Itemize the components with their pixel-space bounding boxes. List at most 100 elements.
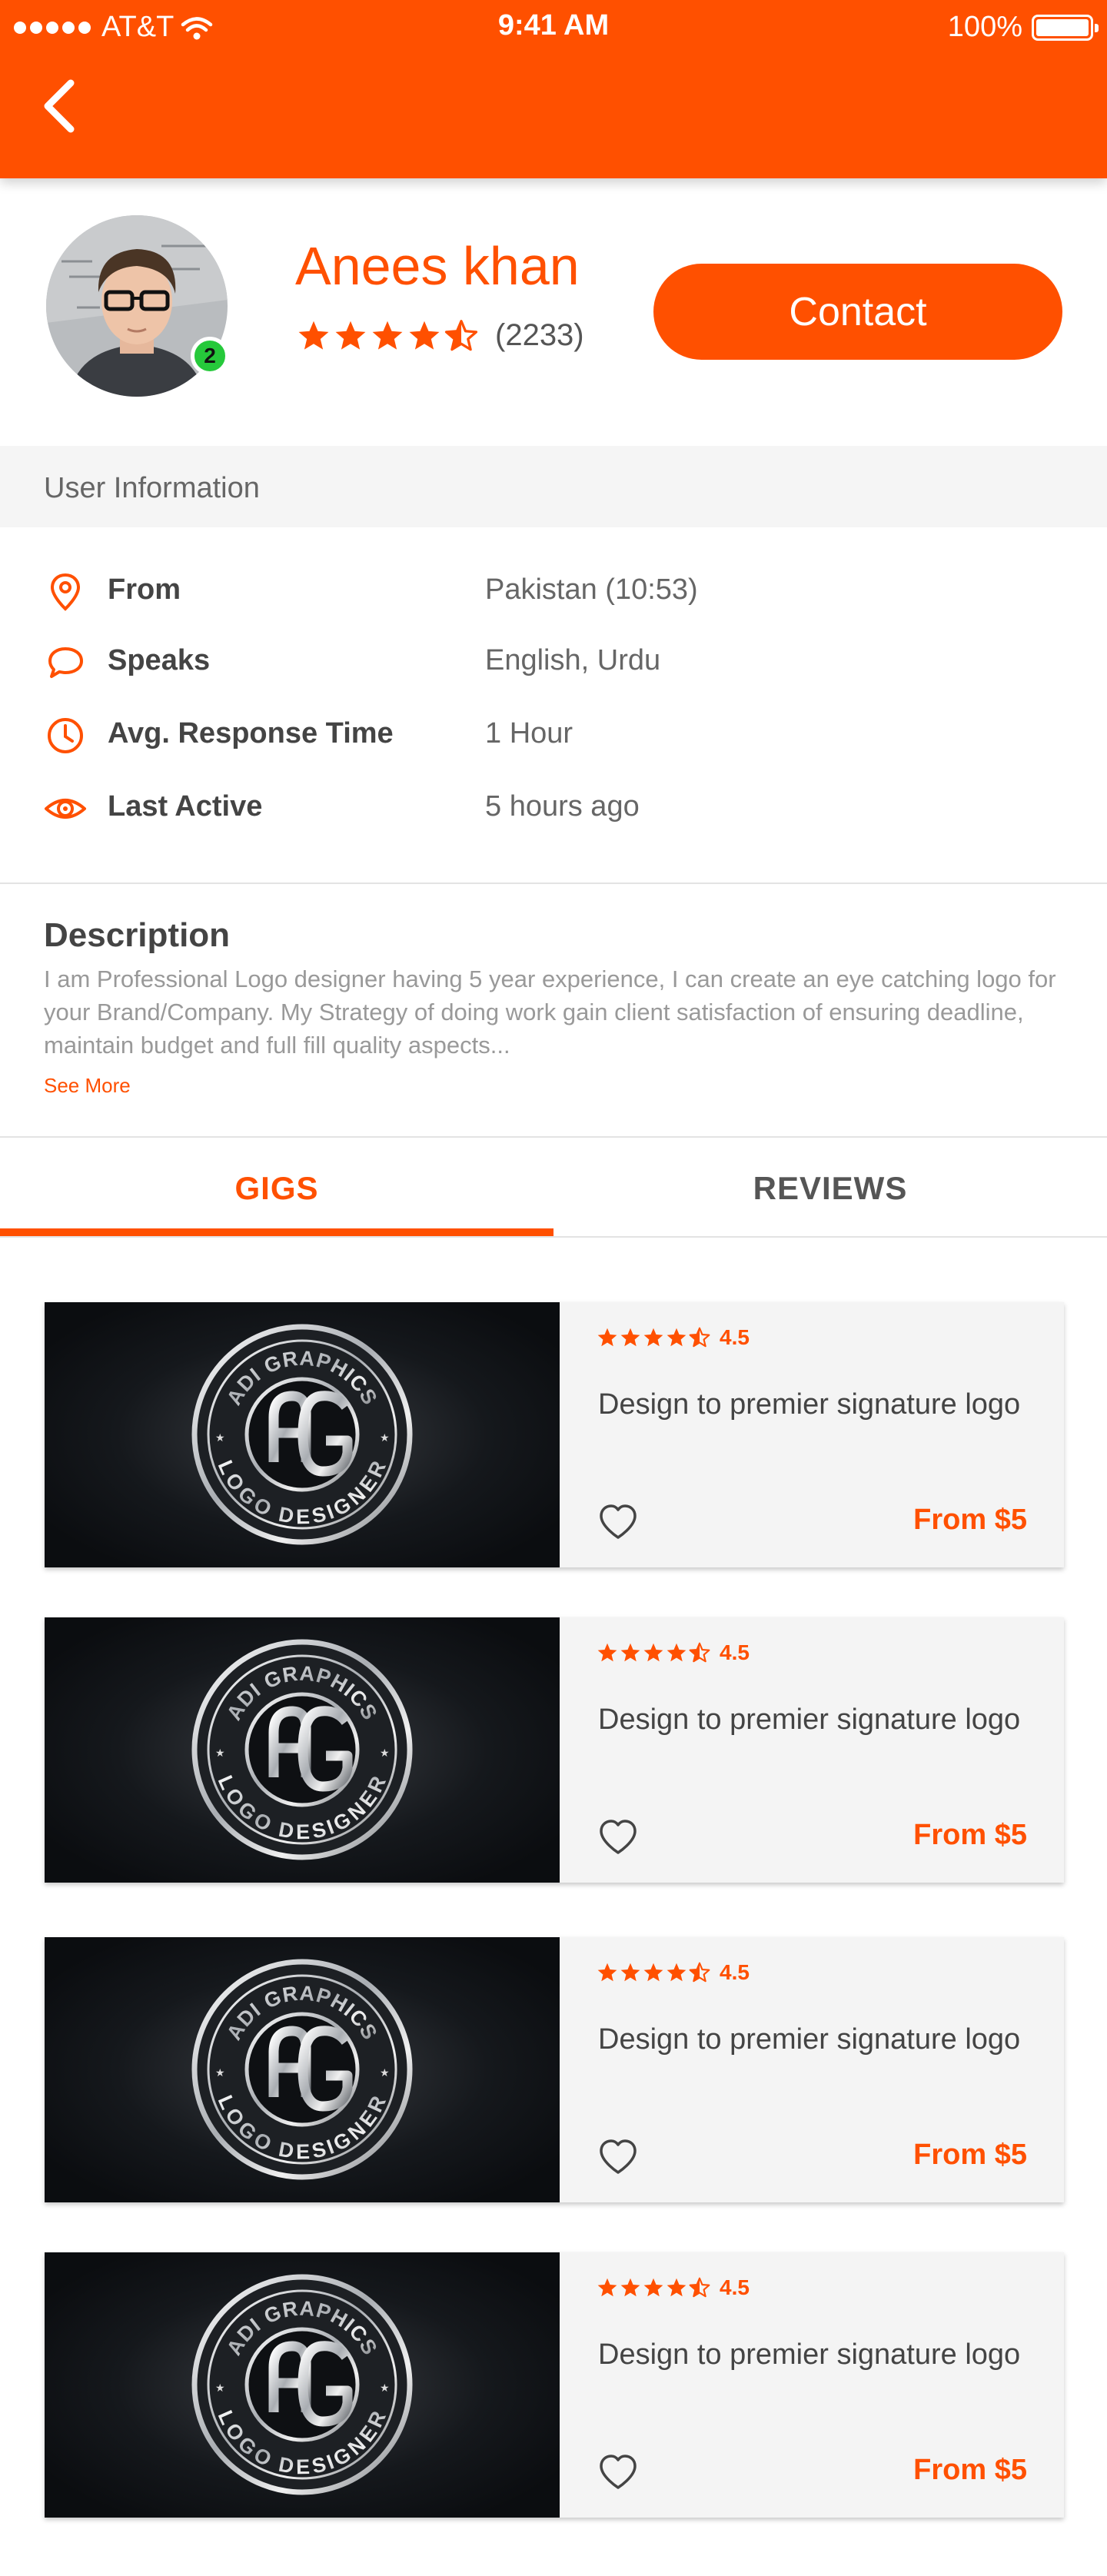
gig-logo-image: ADI GRAPHICS LOGO DESIGNER ★ ★ bbox=[45, 1302, 560, 1567]
star-icon bbox=[620, 1643, 640, 1662]
chevron-left-icon bbox=[44, 79, 75, 133]
rating-count: (2233) bbox=[495, 318, 584, 352]
star-icon bbox=[643, 2278, 663, 2297]
star-icon bbox=[597, 2278, 617, 2297]
gig-image: ADI GRAPHICS LOGO DESIGNER ★ ★ bbox=[45, 1937, 560, 2202]
heart-icon[interactable] bbox=[597, 2137, 640, 2175]
info-value: English, Urdu bbox=[485, 644, 661, 676]
info-label: Speaks bbox=[108, 644, 211, 676]
gig-card[interactable]: ADI GRAPHICS LOGO DESIGNER ★ ★ 4.5 Desig… bbox=[45, 2252, 1064, 2518]
battery-icon bbox=[1032, 14, 1099, 41]
star-icon bbox=[620, 1328, 640, 1347]
star-icon bbox=[643, 1963, 663, 1982]
gig-card[interactable]: ADI GRAPHICS LOGO DESIGNER ★ ★ 4.5 Desig… bbox=[45, 1617, 1064, 1883]
star-icon bbox=[620, 2278, 640, 2297]
star-icon bbox=[597, 1963, 617, 1982]
svg-text:★: ★ bbox=[215, 1432, 225, 1444]
battery-percent: 100% bbox=[947, 11, 1022, 43]
status-time: 9:41 AM bbox=[497, 9, 610, 42]
svg-text:★: ★ bbox=[215, 2067, 225, 2079]
gig-rating-value: 4.5 bbox=[720, 1960, 750, 1984]
description-title: Description bbox=[44, 916, 231, 954]
info-value: 5 hours ago bbox=[485, 790, 640, 823]
gig-price: From $5 bbox=[913, 2454, 1027, 2486]
description-text: I am Professional Logo designer having 5… bbox=[44, 966, 1056, 1059]
star-icon bbox=[689, 1327, 710, 1348]
user-info-header: User Information bbox=[0, 446, 1107, 527]
heart-icon[interactable] bbox=[597, 2452, 640, 2491]
gig-card[interactable]: ADI GRAPHICS LOGO DESIGNER ★ ★ 4.5 Desig… bbox=[45, 1302, 1064, 1567]
profile-name: Anees khan bbox=[295, 236, 580, 296]
gig-logo-image: ADI GRAPHICS LOGO DESIGNER ★ ★ bbox=[45, 1937, 560, 2202]
see-more-link[interactable]: See More bbox=[44, 1074, 131, 1098]
gig-stars bbox=[597, 1327, 710, 1348]
info-row-from: From Pakistan (10:53) bbox=[0, 563, 1107, 617]
gig-rating-value: 4.5 bbox=[720, 1640, 750, 1664]
heart-icon[interactable] bbox=[597, 1502, 640, 1541]
gig-rating-value: 4.5 bbox=[720, 2275, 750, 2299]
eye-icon bbox=[45, 799, 86, 819]
star-icon bbox=[597, 1328, 617, 1347]
tab-reviews[interactable]: REVIEWS bbox=[554, 1139, 1107, 1238]
gig-logo-image: ADI GRAPHICS LOGO DESIGNER ★ ★ bbox=[45, 1617, 560, 1883]
gig-price: From $5 bbox=[913, 1819, 1027, 1851]
location-pin-icon bbox=[50, 573, 81, 611]
info-label: From bbox=[108, 573, 181, 606]
contact-button[interactable]: Contact bbox=[653, 264, 1062, 360]
info-value: 1 Hour bbox=[485, 717, 573, 750]
speech-bubble-icon bbox=[48, 647, 83, 678]
tabs-divider bbox=[0, 1236, 1107, 1238]
info-row-last-active: Last Active 5 hours ago bbox=[0, 779, 1107, 833]
star-icon bbox=[689, 2277, 710, 2298]
svg-text:★: ★ bbox=[380, 1747, 390, 1760]
info-row-response-time: Avg. Response Time 1 Hour bbox=[0, 706, 1107, 760]
svg-text:★: ★ bbox=[380, 1432, 390, 1444]
rating-stars bbox=[297, 319, 478, 353]
gig-image: ADI GRAPHICS LOGO DESIGNER ★ ★ bbox=[45, 2252, 560, 2518]
star-icon bbox=[298, 321, 329, 350]
gig-image: ADI GRAPHICS LOGO DESIGNER ★ ★ bbox=[45, 1302, 560, 1567]
star-icon bbox=[643, 1328, 663, 1347]
gig-rating: 4.5 bbox=[597, 2275, 750, 2300]
gig-rating-value: 4.5 bbox=[720, 1325, 750, 1349]
star-icon bbox=[667, 1643, 686, 1662]
star-icon bbox=[689, 1642, 710, 1663]
gig-title: Design to premier signature logo bbox=[598, 2338, 1021, 2371]
gig-rating: 4.5 bbox=[597, 1960, 750, 1985]
star-icon bbox=[620, 1963, 640, 1982]
battery-status: 100% bbox=[947, 11, 1099, 44]
tab-gigs[interactable]: GIGS bbox=[0, 1139, 554, 1238]
star-icon bbox=[335, 321, 366, 350]
star-icon bbox=[689, 1962, 710, 1983]
star-icon bbox=[667, 1328, 686, 1347]
info-row-speaks: Speaks English, Urdu bbox=[0, 633, 1107, 687]
gig-image: ADI GRAPHICS LOGO DESIGNER ★ ★ bbox=[45, 1617, 560, 1883]
notification-badge: 2 bbox=[191, 337, 229, 375]
info-label: Last Active bbox=[108, 790, 263, 823]
gig-stars bbox=[597, 1962, 710, 1983]
gig-title: Design to premier signature logo bbox=[598, 1703, 1021, 1736]
svg-text:★: ★ bbox=[380, 2067, 390, 2079]
heart-icon[interactable] bbox=[597, 1817, 640, 1856]
gig-rating: 4.5 bbox=[597, 1325, 750, 1350]
gig-price: From $5 bbox=[913, 2139, 1027, 2171]
star-icon bbox=[409, 321, 440, 350]
profile-rating: (2233) bbox=[297, 318, 584, 353]
section-title: User Information bbox=[44, 472, 260, 504]
clock-icon bbox=[48, 718, 83, 753]
gig-card[interactable]: ADI GRAPHICS LOGO DESIGNER ★ ★ 4.5 Desig… bbox=[45, 1937, 1064, 2202]
active-tab-indicator bbox=[0, 1228, 554, 1236]
star-icon bbox=[372, 321, 403, 350]
divider bbox=[0, 1136, 1107, 1138]
info-value: Pakistan (10:53) bbox=[485, 573, 698, 606]
star-icon bbox=[444, 319, 478, 351]
info-label: Avg. Response Time bbox=[108, 717, 394, 750]
gig-title: Design to premier signature logo bbox=[598, 1388, 1021, 1421]
star-icon bbox=[643, 1643, 663, 1662]
status-bar: AT&T 9:41 AM 100% bbox=[0, 0, 1107, 55]
gig-title: Design to premier signature logo bbox=[598, 2023, 1021, 2056]
gig-logo-image: ADI GRAPHICS LOGO DESIGNER ★ ★ bbox=[45, 2252, 560, 2518]
app-header: AT&T 9:41 AM 100% bbox=[0, 0, 1107, 178]
back-button[interactable] bbox=[37, 77, 83, 138]
svg-text:★: ★ bbox=[215, 1747, 225, 1760]
